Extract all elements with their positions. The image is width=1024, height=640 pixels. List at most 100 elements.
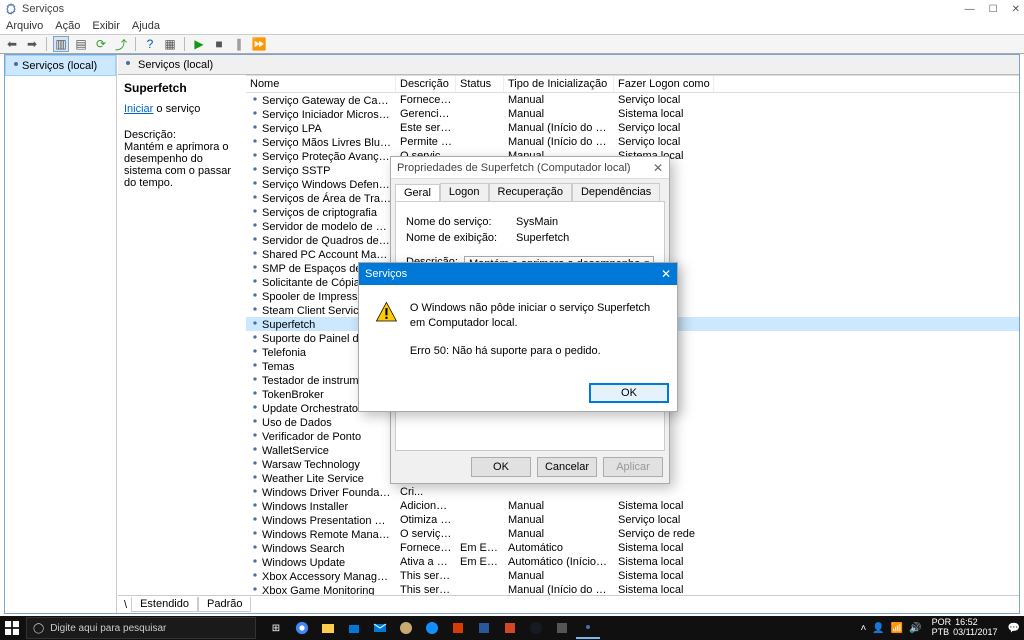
close-icon[interactable]: ✕ — [661, 267, 671, 281]
taskbar: ◯ Digite aqui para pesquisar ⊞ ˄ 👤 📶 🔊 P… — [0, 616, 1024, 640]
table-row[interactable]: Windows SearchFornece in...Em Exe...Auto… — [246, 541, 1019, 555]
table-row[interactable]: Serviço LPAEste serviç...Manual (Início … — [246, 121, 1019, 135]
tree-item-label: Serviços (local) — [22, 60, 97, 72]
col-desc[interactable]: Descrição — [396, 76, 456, 92]
table-row[interactable]: Windows UpdateAtiva a de...Em Exe...Auto… — [246, 555, 1019, 569]
gear-icon — [250, 332, 262, 345]
back-icon[interactable]: ⬅ — [4, 36, 20, 52]
tray-volume-icon[interactable]: 🔊 — [909, 623, 921, 634]
restart-service-icon[interactable]: ⏩ — [251, 36, 267, 52]
menu-ajuda[interactable]: Ajuda — [132, 20, 160, 32]
table-row[interactable]: Serviço Mãos Livres Blueto...Permite q..… — [246, 135, 1019, 149]
table-row[interactable]: Serviço Gateway de Camad...Fornece s...M… — [246, 93, 1019, 107]
tree-pane: Serviços (local) — [5, 55, 117, 613]
table-row[interactable]: Windows Driver Foundation...Cri... — [246, 485, 1019, 499]
refresh-icon[interactable]: ⟳ — [93, 36, 109, 52]
stop-service-icon[interactable]: ■ — [211, 36, 227, 52]
menu-arquivo[interactable]: Arquivo — [6, 20, 43, 32]
app-services-icon[interactable] — [576, 617, 600, 639]
app-mail-icon[interactable] — [368, 617, 392, 639]
gear-icon — [250, 318, 262, 331]
error-message: O Windows não pôde iniciar o serviço Sup… — [410, 301, 661, 332]
start-service-link[interactable]: Iniciar — [124, 103, 153, 115]
detail-pane: Superfetch Iniciar o serviço Descrição: … — [118, 75, 246, 595]
close-button[interactable]: ✕ — [1012, 4, 1020, 15]
tab-geral[interactable]: Geral — [395, 184, 440, 202]
app-powerpoint-icon[interactable] — [498, 617, 522, 639]
tray-notifications-icon[interactable]: 💬 — [1008, 623, 1020, 634]
app-steam-icon[interactable] — [524, 617, 548, 639]
tray-network-icon[interactable]: 📶 — [891, 623, 903, 634]
app-store-icon[interactable] — [342, 617, 366, 639]
export-icon[interactable]: ⤴ — [113, 36, 129, 52]
table-row[interactable]: Windows Presentation Fou...Otimiza o ...… — [246, 513, 1019, 527]
tray-clock[interactable]: POR 16:52 PTB 03/11/2017 — [928, 618, 1002, 638]
start-suffix: o serviço — [153, 103, 200, 115]
tab-estendido[interactable]: Estendido — [131, 597, 198, 612]
app-explorer-icon[interactable] — [316, 617, 340, 639]
pause-service-icon[interactable]: ∥ — [231, 36, 247, 52]
forward-icon[interactable]: ➡ — [24, 36, 40, 52]
menu-exibir[interactable]: Exibir — [92, 20, 120, 32]
error-dialog: Serviços ✕ O Windows não pôde iniciar o … — [358, 262, 678, 412]
start-service-icon[interactable]: ▶ — [191, 36, 207, 52]
app-battlenet-icon[interactable] — [420, 617, 444, 639]
gear-icon — [250, 220, 262, 233]
search-placeholder: Digite aqui para pesquisar — [50, 623, 166, 634]
gear-icon — [250, 486, 262, 499]
gear-icon — [250, 458, 262, 471]
table-row[interactable]: Windows InstallerAdiciona, ...ManualSist… — [246, 499, 1019, 513]
gear-icon — [250, 570, 262, 583]
gear-icon — [250, 430, 262, 443]
gear-icon — [250, 136, 262, 149]
select-columns-icon[interactable]: ▦ — [162, 36, 178, 52]
minimize-button[interactable]: — — [965, 4, 975, 15]
table-row[interactable]: Windows Remote Manage...O serviço ...Man… — [246, 527, 1019, 541]
gear-icon — [250, 164, 262, 177]
col-status[interactable]: Status — [456, 76, 504, 92]
show-hide-tree-icon[interactable]: ▥ — [53, 36, 69, 52]
gear-icon — [10, 58, 22, 73]
help-icon[interactable]: ? — [142, 36, 158, 52]
error-title: Serviços — [365, 268, 407, 280]
tab-logon[interactable]: Logon — [440, 183, 489, 201]
apply-button[interactable]: Aplicar — [603, 457, 663, 477]
app-league-icon[interactable] — [394, 617, 418, 639]
ok-button[interactable]: OK — [589, 383, 669, 403]
cancel-button[interactable]: Cancelar — [537, 457, 597, 477]
app-chrome-icon[interactable] — [290, 617, 314, 639]
app-word-icon[interactable] — [472, 617, 496, 639]
svc-name-label: Nome do serviço: — [406, 216, 516, 228]
tab-dependencias[interactable]: Dependências — [572, 183, 660, 201]
disp-name-label: Nome de exibição: — [406, 232, 516, 244]
tab-recuperacao[interactable]: Recuperação — [489, 183, 572, 201]
start-button[interactable] — [0, 616, 24, 640]
table-row[interactable]: Xbox Accessory Manageme...This servic...… — [246, 569, 1019, 583]
properties-icon[interactable]: ▤ — [73, 36, 89, 52]
app-office-icon[interactable] — [446, 617, 470, 639]
tab-padrao[interactable]: Padrão — [198, 597, 251, 612]
tree-item-services[interactable]: Serviços (local) — [5, 55, 116, 76]
cortana-icon: ◯ — [33, 623, 44, 634]
properties-title: Propriedades de Superfetch (Computador l… — [397, 162, 631, 174]
gear-icon — [250, 542, 262, 555]
gear-icon — [250, 108, 262, 121]
desc-text: Mantém e aprimora o desempenho do sistem… — [124, 141, 240, 189]
col-start[interactable]: Tipo de Inicialização — [504, 76, 614, 92]
ok-button[interactable]: OK — [471, 457, 531, 477]
tray-up-icon[interactable]: ˄ — [860, 623, 866, 634]
col-logon[interactable]: Fazer Logon como — [614, 76, 714, 92]
task-view-icon[interactable]: ⊞ — [264, 617, 288, 639]
table-row[interactable]: Xbox Game MonitoringThis servic...Manual… — [246, 583, 1019, 595]
maximize-button[interactable]: ☐ — [989, 4, 998, 15]
gear-icon — [122, 57, 134, 72]
gear-icon — [250, 122, 262, 135]
gear-icon — [250, 262, 262, 275]
tray-people-icon[interactable]: 👤 — [872, 623, 884, 634]
search-box[interactable]: ◯ Digite aqui para pesquisar — [26, 617, 256, 639]
menu-acao[interactable]: Ação — [55, 20, 80, 32]
app-tool-icon[interactable] — [550, 617, 574, 639]
table-row[interactable]: Serviço Iniciador Microsoft i...Gerencia… — [246, 107, 1019, 121]
close-icon[interactable]: ✕ — [653, 161, 663, 175]
col-name[interactable]: Nome — [246, 76, 396, 92]
